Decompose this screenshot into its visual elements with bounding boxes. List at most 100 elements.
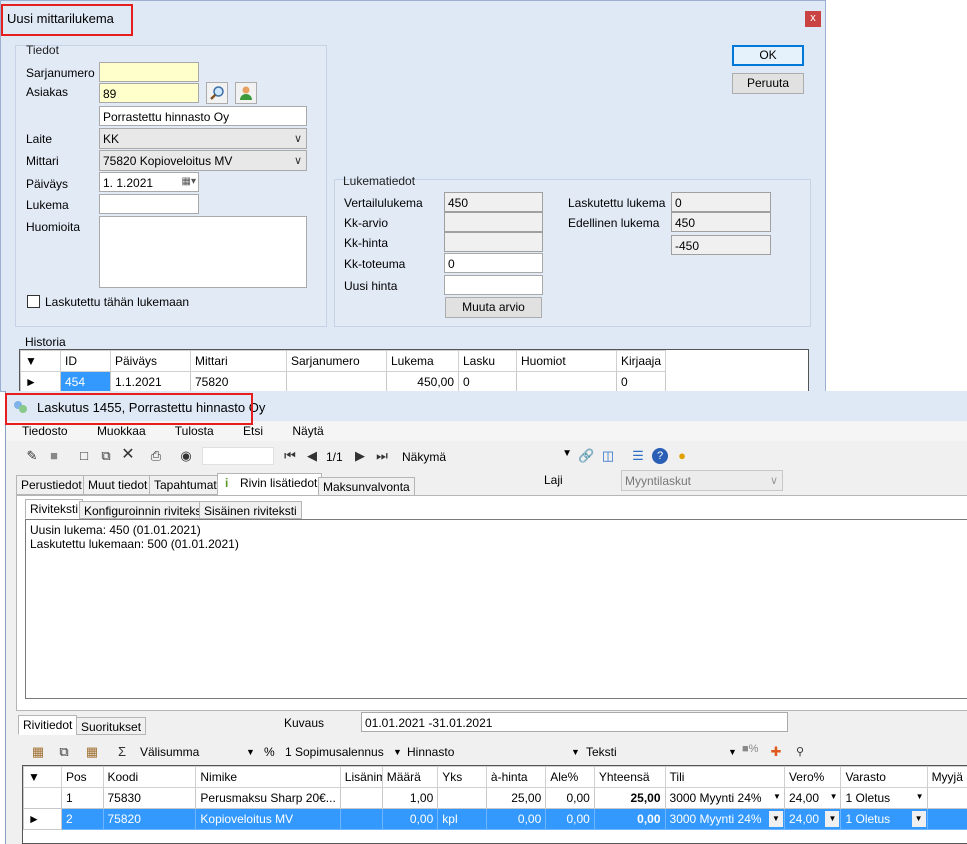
add-link-icon[interactable]: ✚	[768, 744, 784, 760]
col-yhteensa[interactable]: Yhteensä	[593, 766, 666, 788]
tab-tapahtumat[interactable]: Tapahtumat	[149, 475, 222, 495]
teksti-label[interactable]: Teksti	[586, 745, 617, 759]
cell-lukema[interactable]: 450,00	[386, 371, 459, 392]
col-varasto[interactable]: Varasto	[840, 766, 928, 788]
subtab-riviteksti[interactable]: Riviteksti	[25, 499, 84, 519]
col-id[interactable]: ID	[60, 350, 111, 372]
tab-rivitiedot[interactable]: Rivitiedot	[18, 715, 78, 735]
copy-icon[interactable]: ⧉	[98, 448, 114, 464]
search-customer-button[interactable]	[206, 82, 228, 104]
cell-vero[interactable]: 24,00 ▼	[783, 787, 842, 809]
col-koodi[interactable]: Koodi	[102, 766, 197, 788]
dropdown-arrow-icon[interactable]: ▼	[830, 792, 838, 801]
subtab-sisainen[interactable]: Sisäinen riviteksti	[199, 501, 302, 519]
cell-myyja[interactable]	[926, 808, 967, 830]
cell-yhteensa[interactable]: 0,00	[593, 808, 666, 830]
cell-ale[interactable]: 0,00	[545, 787, 595, 809]
mittari-select[interactable]: 75820 Kopioveloitus MV ∨	[99, 150, 307, 171]
new-document-icon[interactable]: □	[76, 448, 92, 464]
cell-maara[interactable]: 1,00	[381, 787, 439, 809]
cell-pos[interactable]: 1	[60, 787, 104, 809]
search-icon[interactable]: ⚲	[792, 744, 808, 760]
pot-icon[interactable]: ●	[674, 448, 690, 464]
col-nimike[interactable]: Nimike	[195, 766, 341, 788]
cell-tili[interactable]: 3000 Myynti 24% ▼	[664, 808, 785, 830]
database-icon[interactable]: ◫	[600, 448, 616, 464]
paivays-picker[interactable]: 1. 1.2021 ▦▾	[99, 172, 199, 192]
close-button[interactable]: x	[805, 11, 821, 27]
delete-icon[interactable]: ✕	[120, 447, 136, 463]
ok-button[interactable]: OK	[732, 45, 804, 66]
table-row[interactable]: ► 2 75820 Kopioveloitus MV 0,00 kpl 0,00…	[23, 808, 967, 830]
col-lasku[interactable]: Lasku	[458, 350, 517, 372]
dropdown-arrow-icon[interactable]: ▼	[768, 811, 783, 827]
tab-muut-tiedot[interactable]: Muut tiedot	[83, 475, 153, 495]
dropdown-arrow-icon[interactable]: ▼	[393, 747, 402, 757]
tab-suoritukset[interactable]: Suoritukset	[76, 717, 147, 735]
tab-rivin-lisatiedot[interactable]: i Rivin lisätiedot	[217, 473, 323, 496]
col-huomiot[interactable]: Huomiot	[516, 350, 617, 372]
cell-nimike[interactable]: Perusmaksu Sharp 20€...	[195, 787, 341, 809]
menu-muokkaa[interactable]: Muokkaa	[97, 424, 146, 438]
laite-select[interactable]: KK ∨	[99, 128, 307, 149]
riviteksti-textarea[interactable]: Uusin lukema: 450 (01.01.2021) Laskutett…	[25, 519, 967, 699]
col-a-hinta[interactable]: à-hinta	[485, 766, 547, 788]
cell-vero[interactable]: 24,00 ▼	[783, 808, 842, 830]
cell-lisanimike[interactable]	[339, 808, 383, 830]
muuta-arvio-button[interactable]: Muuta arvio	[445, 297, 542, 318]
customer-card-button[interactable]	[235, 82, 257, 104]
customer-name-field[interactable]: Porrastettu hinnasto Oy	[99, 106, 307, 126]
copy-rows-icon[interactable]: ⧉	[56, 744, 72, 760]
binoculars-icon[interactable]: ◉	[178, 448, 194, 464]
edit-icon[interactable]: ✎	[24, 448, 40, 464]
dropdown-arrow-icon[interactable]: ▼	[825, 811, 840, 827]
print-icon[interactable]: ⎙	[148, 448, 164, 464]
col-ale[interactable]: Ale%	[545, 766, 595, 788]
cell-nimike[interactable]: Kopioveloitus MV	[195, 808, 341, 830]
cell-lasku[interactable]: 0	[458, 371, 517, 392]
search-box[interactable]	[202, 447, 274, 465]
col-kirjaaja[interactable]: Kirjaaja	[615, 350, 667, 372]
col-paivays[interactable]: Päiväys	[110, 350, 191, 372]
help-icon[interactable]: ?	[652, 448, 668, 464]
table-row[interactable]: 1 75830 Perusmaksu Sharp 20€... 1,00 25,…	[23, 787, 967, 809]
col-vero[interactable]: Vero%	[783, 766, 842, 788]
cell-huomiot[interactable]	[516, 371, 617, 392]
cell-koodi[interactable]: 75820	[102, 808, 197, 830]
cell-varasto[interactable]: 1 Oletus ▼	[840, 808, 928, 830]
cell-yks[interactable]	[437, 787, 487, 809]
list-icon[interactable]: ☰	[630, 448, 646, 464]
hinnasto-label[interactable]: Hinnasto	[407, 745, 454, 759]
col-pos[interactable]: Pos	[60, 766, 104, 788]
menu-nayta[interactable]: Näytä	[292, 424, 323, 438]
last-record-icon[interactable]: ⏭	[374, 448, 390, 464]
cell-paivays[interactable]: 1.1.2021	[110, 371, 191, 392]
cell-yhteensa[interactable]: 25,00	[593, 787, 666, 809]
dropdown-arrow-icon[interactable]: ▼	[773, 792, 781, 801]
first-record-icon[interactable]: ⏮	[282, 448, 298, 464]
percent-label[interactable]: %	[264, 745, 275, 759]
sum-icon[interactable]: Σ	[114, 744, 130, 760]
sopimusalennus-label[interactable]: 1 Sopimusalennus	[285, 745, 384, 759]
cell-ale[interactable]: 0,00	[545, 808, 595, 830]
col-lisanimike[interactable]: Lisänim	[339, 766, 383, 788]
sarjanumero-field[interactable]	[99, 62, 199, 82]
cell-yks[interactable]: kpl	[437, 808, 487, 830]
person-percent-button[interactable]: ■%	[742, 743, 758, 755]
dropdown-arrow-icon[interactable]: ▼	[728, 747, 737, 757]
cell-lisanimike[interactable]	[339, 787, 383, 809]
cell-tili[interactable]: 3000 Myynti 24% ▼	[664, 787, 785, 809]
dropdown-arrow-icon[interactable]: ▼	[571, 747, 580, 757]
uusihinta-field[interactable]	[444, 275, 543, 295]
insert-rows-icon[interactable]: ▦	[30, 744, 46, 760]
col-maara[interactable]: Määrä	[381, 766, 439, 788]
asiakas-field[interactable]: 89	[99, 83, 199, 103]
cell-sarjanumero[interactable]	[286, 371, 387, 392]
cell-koodi[interactable]: 75830	[102, 787, 197, 809]
col-myyja[interactable]: Myyjä	[926, 766, 967, 788]
col-sarjanumero[interactable]: Sarjanumero	[286, 350, 387, 372]
dropdown-arrow-icon[interactable]: ▼	[911, 811, 926, 827]
menu-tulosta[interactable]: Tulosta	[175, 424, 214, 438]
col-tili[interactable]: Tili	[664, 766, 785, 788]
table-row[interactable]: ► 454 1.1.2021 75820 450,00 0 0	[20, 371, 667, 392]
